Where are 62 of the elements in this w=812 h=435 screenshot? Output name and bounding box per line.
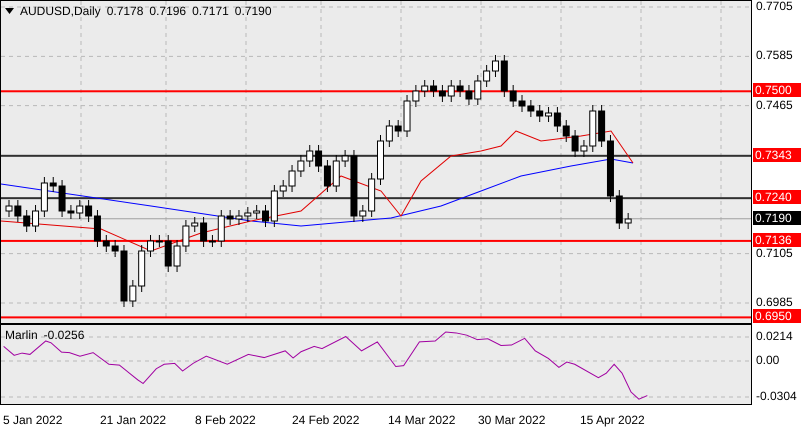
candlestick (332, 154, 340, 192)
date-label: 15 Apr 2022 (580, 413, 645, 427)
symbol-label: AUDUSD,Daily (20, 4, 101, 18)
candlestick (510, 84, 517, 108)
price-value: 0.7178 (106, 4, 144, 18)
candlestick (616, 190, 623, 230)
indicator-name: Marlin (5, 328, 38, 342)
date-label: 8 Feb 2022 (195, 413, 256, 427)
level-price-tag: 0.6950 (753, 309, 801, 324)
candlestick (191, 216, 198, 232)
price-tick-label: 0.7585 (756, 48, 793, 62)
candlestick (102, 234, 110, 252)
date-label: 30 Mar 2022 (478, 413, 546, 427)
candlestick (359, 204, 366, 222)
candlestick (421, 80, 428, 98)
candlestick (280, 180, 287, 198)
candlestick (562, 120, 570, 142)
price-value: 0.7190 (234, 4, 272, 18)
price-tick-label: 0.7705 (756, 0, 793, 13)
indicator-tick-label: -0.0304 (756, 389, 797, 403)
candlestick (368, 172, 376, 218)
price-tick-label: 0.7465 (756, 98, 793, 112)
candlestick (448, 80, 455, 102)
level-price-tag: 0.7343 (753, 148, 801, 162)
candlestick (306, 144, 314, 168)
candlestick (394, 120, 402, 138)
candlestick (218, 210, 225, 248)
price-value: 0.7196 (149, 4, 186, 18)
candlestick (23, 210, 30, 232)
candlestick (14, 200, 22, 222)
candlestick (270, 184, 278, 228)
candlestick (6, 200, 12, 218)
candlestick (76, 200, 84, 220)
candlestick (474, 74, 482, 106)
price-tick-label: 0.6985 (756, 294, 793, 309)
candlestick (244, 206, 252, 222)
date-label: 24 Feb 2022 (292, 413, 360, 427)
candlestick (253, 204, 260, 220)
candlestick (386, 120, 393, 148)
date-label: 14 Mar 2022 (388, 413, 456, 427)
indicator-tick-label: 0.00 (756, 353, 780, 367)
candlestick (164, 234, 172, 272)
candlestick (589, 104, 596, 152)
candlestick (50, 176, 57, 192)
indicator-tick-label: 0.0214 (756, 329, 793, 343)
current-price-tag: 0.7190 (753, 210, 801, 225)
date-label: 21 Jan 2022 (100, 413, 166, 427)
dropdown-triangle-icon[interactable] (5, 8, 14, 14)
date-label: 5 Jan 2022 (3, 413, 62, 427)
price-value: 0.7171 (192, 4, 229, 18)
price-tick-label: 0.7105 (756, 246, 793, 260)
candlestick (624, 212, 632, 230)
candlestick (262, 204, 269, 228)
candlestick (377, 134, 384, 186)
candlestick (536, 104, 544, 122)
indicator-value: -0.0256 (44, 328, 84, 342)
candlestick (129, 280, 136, 308)
level-price-tag: 0.7500 (753, 83, 801, 98)
level-price-tag: 0.7240 (753, 190, 801, 204)
candlestick (138, 244, 146, 292)
candlestick (500, 54, 508, 98)
level-price-tag: 0.7136 (753, 232, 801, 247)
